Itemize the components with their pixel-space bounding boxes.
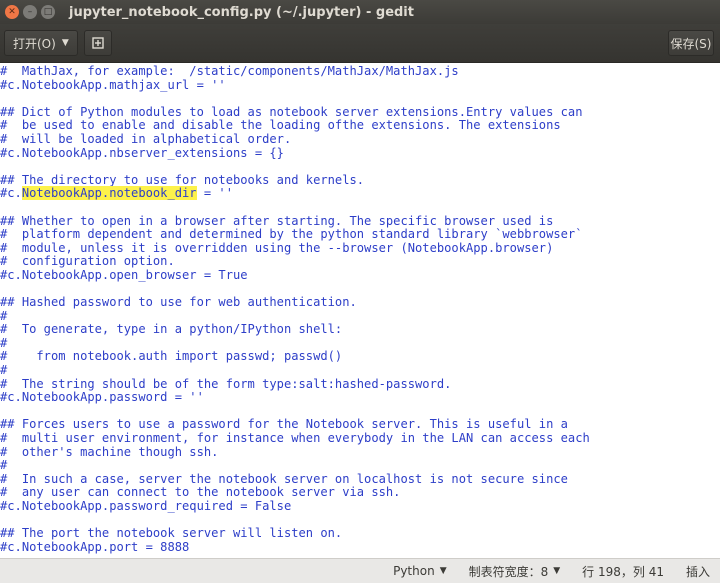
code-line: # To generate, type in a python/IPython …: [0, 322, 343, 337]
minimize-icon: –: [27, 6, 33, 17]
window-title: jupyter_notebook_config.py (~/.jupyter) …: [69, 4, 414, 20]
code-line: # be used to enable and disable the load…: [0, 118, 561, 133]
insert-mode-indicator: 插入: [686, 563, 710, 580]
minimize-window-button[interactable]: –: [23, 5, 37, 19]
code-line: # MathJax, for example: /static/componen…: [0, 64, 459, 78]
search-highlight: NotebookApp.notebook_dir: [21, 186, 197, 201]
open-button-label: 打开(O): [13, 36, 56, 51]
code-line: # The string should be of the form type:…: [0, 376, 452, 391]
close-icon: ✕: [8, 6, 16, 17]
code-line: # multi user environment, for instance w…: [0, 431, 590, 446]
code-line: # module, unless it is overridden using …: [0, 240, 554, 255]
maximize-window-button[interactable]: □: [41, 5, 55, 19]
code-line: # other's machine though ssh.: [0, 444, 219, 459]
code-line: # any user can connect to the notebook s…: [0, 485, 401, 500]
code-line: # from notebook.auth import passwd; pass…: [0, 349, 343, 364]
save-button-label: 保存(S): [670, 36, 712, 51]
close-window-button[interactable]: ✕: [5, 5, 19, 19]
code-line: #c.NotebookApp.open_browser = True: [0, 267, 248, 282]
code-line: #c.NotebookApp.notebook_dir = '': [0, 186, 233, 201]
window-controls: ✕ – □: [5, 5, 55, 19]
code-line: #: [0, 458, 8, 473]
code-line: #c.NotebookApp.nbserver_extensions = {}: [0, 145, 284, 160]
code-text: # MathJax, for example: /static/componen…: [0, 64, 590, 554]
chevron-down-icon: ▼: [439, 566, 447, 576]
open-button[interactable]: 打开(O) ▼: [4, 30, 78, 56]
code-line: ## Hashed password to use for web authen…: [0, 295, 357, 310]
code-line: # will be loaded in alphabetical order.: [0, 131, 292, 146]
tab-width-selector[interactable]: 制表符宽度：8 ▼: [469, 563, 561, 580]
code-line: ## Forces users to use a password for th…: [0, 417, 568, 432]
code-line: #c.NotebookApp.password_required = False: [0, 499, 292, 513]
text-editor[interactable]: # MathJax, for example: /static/componen…: [0, 63, 720, 558]
code-line: ## Dict of Python modules to load as not…: [0, 104, 583, 119]
code-line: #c.NotebookApp.password = '': [0, 390, 204, 405]
save-button[interactable]: 保存(S): [668, 30, 714, 56]
new-tab-button[interactable]: [83, 30, 112, 56]
code-line: #: [0, 363, 8, 378]
code-line: #c.NotebookApp.port = 8888: [0, 539, 190, 554]
insert-mode-label: 插入: [685, 564, 710, 579]
code-line: # configuration option.: [0, 254, 175, 269]
new-document-icon: [92, 37, 104, 49]
cursor-position: 行 198，列 41: [582, 563, 664, 580]
code-line: #c.NotebookApp.mathjax_url = '': [0, 77, 226, 92]
tab-width-label: 制表符宽度：8: [468, 564, 549, 579]
maximize-icon: □: [43, 6, 53, 17]
language-label: Python: [393, 564, 435, 578]
code-line: #: [0, 308, 8, 323]
code-line: ## The port the notebook server will lis…: [0, 526, 343, 541]
code-line: # platform dependent and determined by t…: [0, 227, 583, 242]
status-bar: Python ▼ 制表符宽度：8 ▼ 行 198，列 41 插入: [0, 558, 720, 583]
code-line: ## Whether to open in a browser after st…: [0, 213, 554, 228]
code-line: ## The directory to use for notebooks an…: [0, 172, 365, 187]
title-bar: ✕ – □ jupyter_notebook_config.py (~/.jup…: [0, 0, 720, 24]
code-line: # In such a case, server the notebook se…: [0, 471, 568, 486]
code-line: #: [0, 335, 8, 350]
header-bar: 打开(O) ▼ 保存(S): [0, 24, 720, 63]
language-selector[interactable]: Python ▼: [393, 564, 447, 578]
chevron-down-icon: ▼: [61, 38, 69, 48]
chevron-down-icon: ▼: [553, 566, 561, 576]
cursor-position-label: 行 198，列 41: [582, 564, 664, 579]
